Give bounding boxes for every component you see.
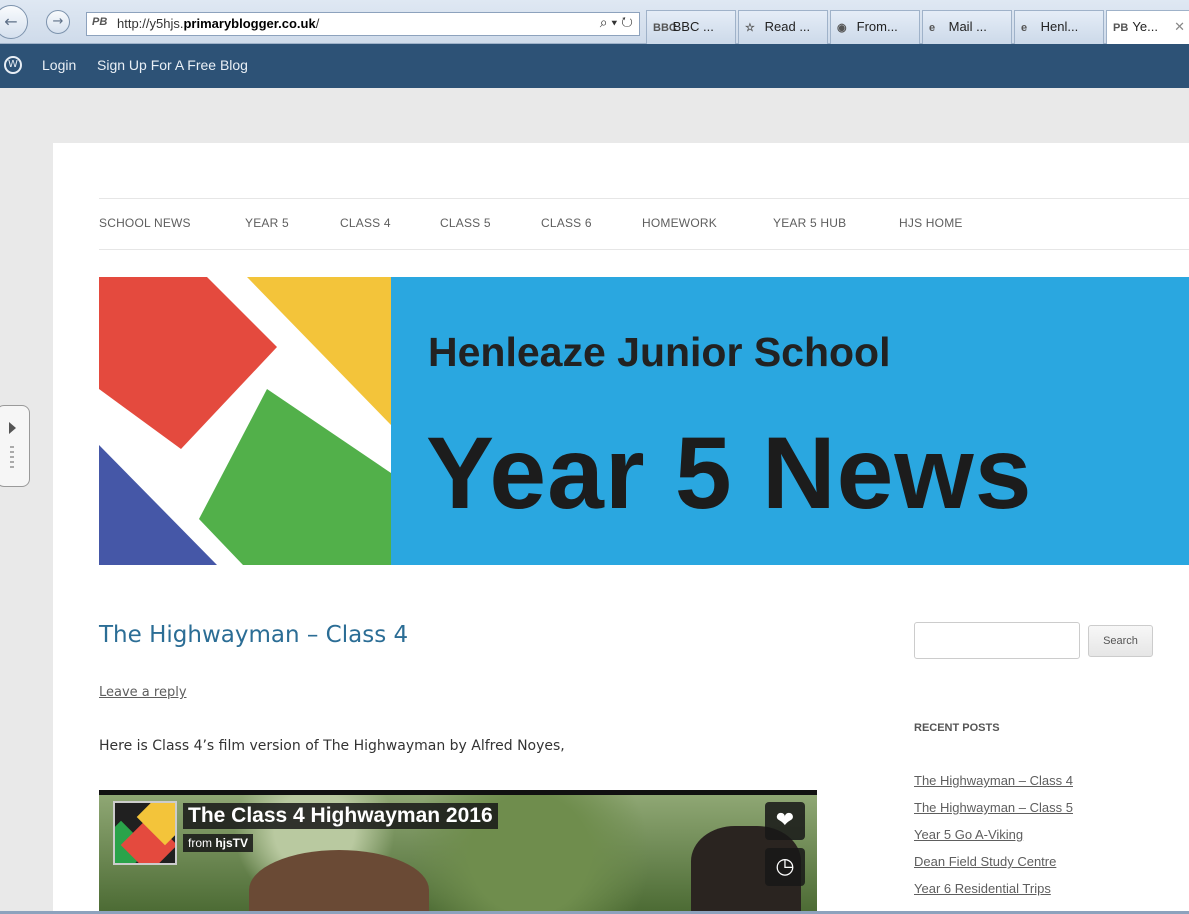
read-favicon-icon: ☆ [745,22,755,34]
video-channel-name: hjsTV [215,836,249,850]
browser-toolbar: ← → PB http://y5hjs.primaryblogger.co.uk… [0,0,1189,44]
watch-later-clock-icon[interactable]: ◷ [765,848,805,886]
tab-henleaze[interactable]: e Henl... [1014,10,1104,44]
recent-post-link[interactable]: Dean Field Study Centre [914,854,1073,881]
recent-posts-list: The Highwayman – Class 4 The Highwayman … [914,773,1073,908]
tab-label: Ye... [1132,19,1158,34]
grip-icon [10,446,14,470]
search-button[interactable]: Search [1088,625,1153,657]
recent-posts-heading: RECENT POSTS [914,722,1000,734]
leave-reply-link[interactable]: Leave a reply [99,685,187,700]
recent-post-link[interactable]: Year 6 Residential Trips [914,881,1073,908]
tab-label: Read ... [764,19,811,34]
logo-blue-square [99,445,217,565]
primaryblogger-favicon-icon: PB [1113,22,1129,34]
close-tab-icon[interactable]: ✕ [1174,19,1185,35]
search-input[interactable] [914,622,1080,659]
forward-arrow-icon: → [52,14,64,29]
video-title[interactable]: The Class 4 Highwayman 2016 [183,803,498,829]
admin-bar: W Login Sign Up For A Free Blog [0,44,1189,88]
tab-from[interactable]: ◉ From... [830,10,920,44]
recent-post-link[interactable]: The Highwayman – Class 4 [914,773,1073,800]
nav-item-homework[interactable]: HOMEWORK [642,216,717,230]
nav-item-year-5-hub[interactable]: YEAR 5 HUB [773,216,846,230]
main-navigation: SCHOOL NEWS YEAR 5 CLASS 4 CLASS 5 CLASS… [99,198,1189,250]
address-search-refresh-icon[interactable]: ⌕ ▾ ↻ [600,14,633,31]
tab-read[interactable]: ☆ Read ... [738,10,828,44]
login-link[interactable]: Login [42,57,76,73]
url-prefix: http://y5hjs. [117,16,184,31]
nav-item-school-news[interactable]: SCHOOL NEWS [99,216,191,230]
expand-arrow-icon [9,422,16,434]
video-channel[interactable]: from hjsTV [183,834,254,852]
nav-item-class-6[interactable]: CLASS 6 [541,216,592,230]
recent-post-link[interactable]: Year 5 Go A-Viking [914,827,1073,854]
back-arrow-icon: ← [4,12,18,31]
tab-bbc[interactable]: BBC BBC ... [646,10,736,44]
address-url: http://y5hjs.primaryblogger.co.uk/ [117,16,319,31]
ie-favicon-icon: e [929,22,936,34]
side-panel-handle[interactable] [0,405,30,487]
post-body-text: Here is Class 4’s film version of The Hi… [99,738,565,754]
ie-favicon-icon: e [1021,22,1028,34]
url-domain: primaryblogger.co.uk [183,16,316,31]
tab-label: Henl... [1040,19,1079,34]
tab-strip: BBC BBC ... ☆ Read ... ◉ From... e Mail … [646,10,1189,44]
post-title[interactable]: The Highwayman – Class 4 [99,622,408,648]
video-from-label: from [188,836,216,850]
wordpress-logo-icon[interactable]: W [4,56,22,74]
back-button[interactable]: ← [0,5,28,39]
school-logo-graphic [99,277,391,565]
tab-year5-active[interactable]: PB Ye... ✕ [1106,10,1189,44]
school-logo-icon [99,277,391,565]
nav-item-class-5[interactable]: CLASS 5 [440,216,491,230]
like-heart-icon[interactable]: ❤ [765,802,805,840]
bbc-favicon-icon: BBC [653,22,677,34]
nav-item-class-4[interactable]: CLASS 4 [340,216,391,230]
header-banner[interactable]: Henleaze Junior School Year 5 News [99,277,1189,565]
site-title: Year 5 News [426,416,1033,530]
logo-green-square [199,389,391,565]
url-suffix: / [315,16,320,31]
school-name: Henleaze Junior School [428,329,891,375]
tab-label: BBC ... [672,19,714,34]
forward-button[interactable]: → [46,10,70,34]
tab-mail[interactable]: e Mail ... [922,10,1012,44]
signup-link[interactable]: Sign Up For A Free Blog [97,57,248,73]
hjstv-channel-avatar[interactable] [113,801,177,865]
nav-item-year-5[interactable]: YEAR 5 [245,216,289,230]
primaryblogger-favicon-icon: PB [92,16,108,28]
video-player[interactable]: The Class 4 Highwayman 2016 from hjsTV ❤… [99,790,817,914]
recent-post-link[interactable]: The Highwayman – Class 5 [914,800,1073,827]
tab-label: From... [856,19,898,34]
address-bar[interactable]: PB http://y5hjs.primaryblogger.co.uk/ ⌕ … [86,12,640,36]
nav-item-hjs-home[interactable]: HJS HOME [899,216,963,230]
from-favicon-icon: ◉ [837,22,847,34]
tab-label: Mail ... [948,19,987,34]
